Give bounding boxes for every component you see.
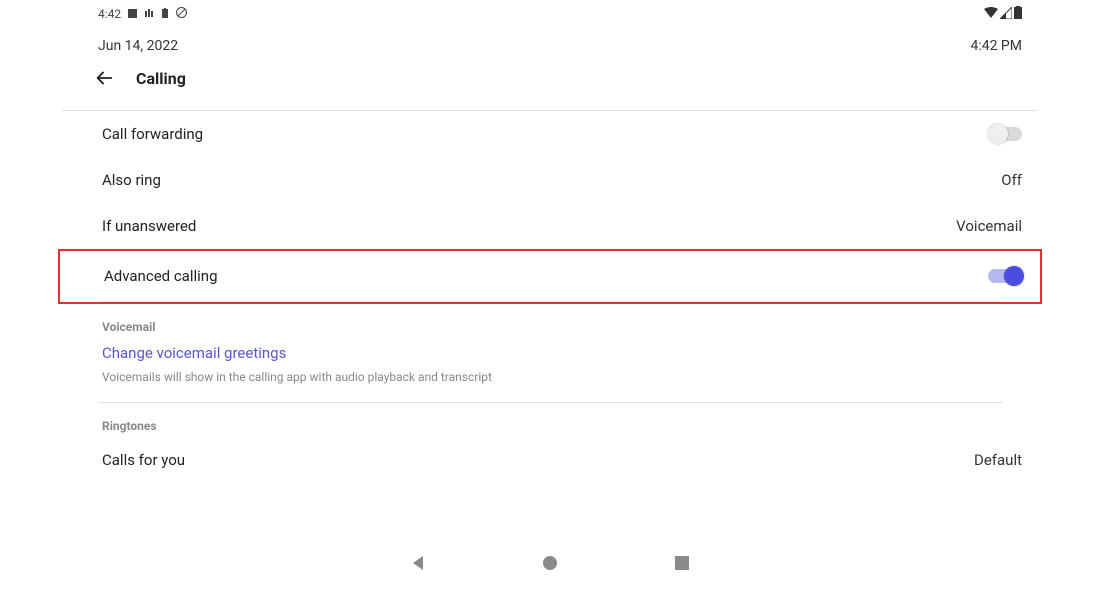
battery-icon	[1014, 6, 1022, 22]
section-header-ringtones: Ringtones	[62, 403, 1038, 437]
toggle-call-forwarding[interactable]	[990, 127, 1022, 141]
row-calls-for-you[interactable]: Calls for you Default	[62, 437, 1038, 483]
row-label: Calls for you	[102, 451, 185, 469]
row-value: Off	[1001, 171, 1022, 189]
highlight-advanced-calling: Advanced calling	[58, 249, 1042, 304]
row-call-forwarding[interactable]: Call forwarding	[62, 111, 1038, 157]
arrow-left-icon	[93, 67, 115, 89]
row-label: Advanced calling	[104, 267, 218, 285]
bars-icon	[144, 7, 154, 21]
status-time: 4:42	[98, 7, 121, 21]
triangle-back-icon	[409, 554, 427, 572]
nav-back-button[interactable]	[407, 552, 429, 574]
row-also-ring[interactable]: Also ring Off	[62, 157, 1038, 203]
nav-home-button[interactable]	[539, 552, 561, 574]
square-recent-icon	[674, 555, 690, 571]
row-label: Call forwarding	[102, 125, 203, 143]
square-icon	[128, 7, 137, 21]
toggle-thumb	[1004, 266, 1024, 286]
row-value: Default	[974, 451, 1022, 469]
page-title: Calling	[136, 69, 186, 88]
row-if-unanswered[interactable]: If unanswered Voicemail	[62, 203, 1038, 249]
voicemail-help-text: Voicemails will show in the calling app …	[62, 366, 1038, 398]
divider	[100, 301, 1000, 302]
circle-home-icon	[541, 554, 559, 572]
row-label: If unanswered	[102, 217, 196, 235]
row-value: Voicemail	[956, 217, 1022, 235]
link-change-voicemail-greetings[interactable]: Change voicemail greetings	[62, 338, 1038, 366]
battery-small-icon	[161, 7, 169, 21]
status-time-right: 4:42 PM	[970, 38, 1022, 54]
section-header-voicemail: Voicemail	[62, 304, 1038, 338]
wifi-icon	[984, 7, 998, 22]
toggle-advanced-calling[interactable]	[988, 269, 1020, 283]
row-label: Also ring	[102, 171, 161, 189]
signal-icon	[1000, 7, 1012, 22]
no-sync-icon	[176, 7, 187, 21]
back-button[interactable]	[90, 64, 118, 92]
nav-recent-button[interactable]	[671, 552, 693, 574]
status-date: Jun 14, 2022	[98, 38, 178, 54]
row-advanced-calling[interactable]: Advanced calling	[64, 251, 1036, 301]
toggle-thumb	[988, 124, 1008, 144]
